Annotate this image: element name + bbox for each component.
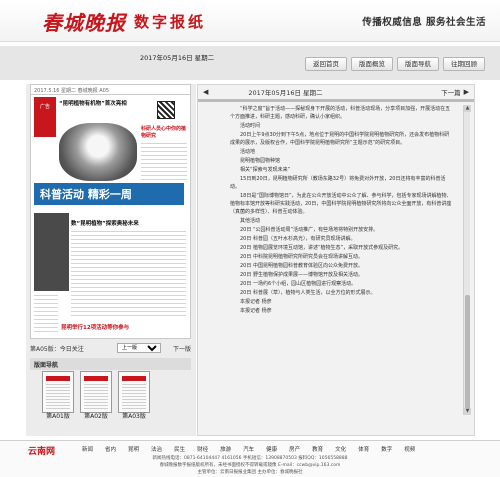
article-paragraph: 活动时间: [240, 123, 261, 129]
brand-logo[interactable]: 春城晚报: [42, 7, 126, 36]
next-arrow-icon[interactable]: ▶: [464, 88, 469, 96]
page-label-a03[interactable]: 第A03版: [118, 411, 150, 420]
thumb-headline-1[interactable]: “昆明植物有机物”首次亮相: [59, 99, 139, 107]
article-paragraph: 本报记者 杨彦: [240, 308, 272, 314]
article-body: “科学之窗”旨于活动——探秘现身下开展的活动，科普活动现场，分享项目加强，开展活…: [230, 105, 452, 415]
page-list-title: 版面导航: [30, 358, 191, 370]
footer-nav-link[interactable]: 旅游: [220, 445, 231, 453]
brand-subtitle: 数字报纸: [134, 13, 207, 31]
footer-nav-link[interactable]: 法治: [151, 445, 162, 453]
page-thumb-a03[interactable]: [118, 371, 150, 413]
footer-nav-link[interactable]: 视频: [404, 445, 415, 453]
page-thumb-a02[interactable]: [80, 371, 112, 413]
page-label-a02[interactable]: 第A02版: [80, 411, 112, 420]
footer-nav-link[interactable]: 汽车: [243, 445, 254, 453]
page-switch-bar: 第A05版：今日关注 上一版 下一版: [30, 342, 191, 354]
footer-nav-link[interactable]: 民生: [174, 445, 185, 453]
page-nav-button[interactable]: 版面导航: [397, 57, 439, 71]
article-paragraph: 20日 野生植物保护成果展——博物馆开放及相关活动。: [240, 272, 363, 278]
article-paragraph: 20日上午9点30分到下午5点，地点位于昆明的中国科学院昆明植物研究所，还会发布…: [230, 132, 450, 146]
thumb-header: 2017.5.16 星期二 春城晚报 A05: [31, 85, 190, 95]
footer-nav-link[interactable]: 文化: [335, 445, 346, 453]
article-toolbar: ◀ 2017年05月16日 星期二 下一篇 ▶: [198, 85, 474, 99]
text-block: [71, 231, 186, 317]
scroll-up-icon[interactable]: ▲: [464, 105, 471, 112]
article-paragraph: 20日 一场约6个小组，园山区植物园进行观察活动。: [240, 281, 357, 287]
footer-nav-link[interactable]: 数字: [381, 445, 392, 453]
footer-nav-link[interactable]: 房产: [289, 445, 300, 453]
home-button[interactable]: 返回首页: [305, 57, 347, 71]
thumb-side-title[interactable]: 科研人员心中你的植物研究: [141, 125, 187, 139]
article-paragraph: 20日 中科院昆明植物研究所研究员会在现场讲解互动。: [240, 254, 363, 260]
qr-code-icon: [157, 101, 175, 119]
archive-button[interactable]: 往期回顾: [443, 57, 485, 71]
thumb-headline-2[interactable]: 数“昆明植物”探索奥秘未来: [71, 219, 151, 227]
article-date: 2017年05月16日 星期二: [248, 89, 323, 97]
article-paragraph: 活动地: [240, 149, 256, 155]
top-nav-buttons: 返回首页 版面概览 版面导航 往期回顾: [305, 57, 485, 71]
date-nav-bar: 2017年05月16日 星期二 返回首页 版面概览 版面导航 往期回顾: [0, 46, 500, 80]
thumb-header-text: 2017.5.16 星期二 春城晚报 A05: [34, 88, 109, 94]
ad-block[interactable]: 广告: [34, 97, 56, 137]
footer-nav: 新闻 省内 昆明 法治 民生 财经 旅游 汽车 健康 房产 教育 文化 体育 数字 视频: [82, 445, 415, 453]
article-paragraph: 昆明植物园物种馆: [240, 158, 281, 164]
page-select[interactable]: 上一版: [116, 343, 161, 353]
footer-nav-link[interactable]: 新闻: [82, 445, 93, 453]
scroll-down-icon[interactable]: ▼: [464, 408, 471, 415]
article-paragraph: 本报记者 杨彦: [240, 299, 272, 305]
page-label-a01[interactable]: 第A01版: [42, 411, 74, 420]
thumb-photo[interactable]: [59, 123, 137, 181]
site-footer: 云南网 新闻 省内 昆明 法治 民生 财经 旅游 汽车 健康 房产 教育 文化 体育 数字 视频 新闻热线电…: [0, 440, 500, 477]
scroll-thumb[interactable]: [465, 295, 470, 415]
thumb-banner[interactable]: 科普活动 精彩一周: [34, 183, 184, 205]
article-paragraph: 20日 植物园展览环境互动馆，讲述“植物生态”，采取开放式参观及研究。: [240, 245, 404, 251]
thumb-headline-3[interactable]: 昆明举行12项活动等你参与: [61, 323, 171, 331]
footer-nav-link[interactable]: 体育: [358, 445, 369, 453]
prev-arrow-icon[interactable]: ◀: [203, 88, 208, 96]
page-thumb-labels: 第A01版 第A02版 第A03版: [30, 411, 191, 420]
article-paragraph: 20日 “公园科普活动周”活动推广，有些场地将特别开放安排。: [240, 227, 379, 233]
article-paragraph: 相关“探索与发现未来”: [240, 167, 291, 173]
page-thumb-a01[interactable]: [42, 371, 74, 413]
page-preview-panel: 2017.5.16 星期二 春城晚报 A05 广告 “昆明植物有机物”首次亮相 …: [26, 84, 196, 436]
text-block: [141, 143, 187, 181]
issue-date: 2017年05月16日 星期二: [140, 54, 215, 62]
article-paragraph: 18日是“国际博物馆日”，为此在公众开放活动中公众了解、参与科学，包括专家现场讲…: [230, 193, 452, 215]
current-page-label: 第A05版：今日关注: [30, 345, 84, 353]
text-block: [34, 295, 58, 335]
slogan: 传播权威信息 服务社会生活: [362, 17, 486, 28]
scrollbar[interactable]: ▲ ▼: [463, 105, 471, 415]
footer-nav-link[interactable]: 省内: [105, 445, 116, 453]
footer-nav-link[interactable]: 健康: [266, 445, 277, 453]
article-paragraph: “科学之窗”旨于活动——探秘现身下开展的活动，科普活动现场，分享项目加强，开展活…: [230, 106, 451, 120]
footer-nav-link[interactable]: 教育: [312, 445, 323, 453]
article-paragraph: 20日 中国昆明植物园科普教育体验区向公众免费开放。: [240, 263, 363, 269]
article-panel: ◀ 2017年05月16日 星期二 下一篇 ▶ “科学之窗”旨于活动——探秘现身…: [197, 84, 475, 436]
footer-nav-link[interactable]: 财经: [197, 445, 208, 453]
thumb-side-image[interactable]: [34, 213, 69, 291]
article-paragraph: 其他活动: [240, 218, 261, 224]
article-paragraph: 20日 科普园（五叶水杉高光），有研究员现场讲解。: [240, 236, 356, 242]
footer-copyright: 春城晚报数字报纸版权所有，未经书面授权不得转载或镜像 E-mail：ccwb@v…: [159, 463, 341, 468]
divider: [198, 99, 474, 102]
article-paragraph: 20日 科普展（草），植物与人类生活，以全方位的形式展示。: [240, 290, 376, 296]
page-overview-button[interactable]: 版面概览: [351, 57, 393, 71]
footer-contact: 新闻热线电话：0871-64104447 4161056 手机短信：139088…: [152, 456, 348, 461]
site-header: 春城晚报 数字报纸 传播权威信息 服务社会生活: [0, 0, 500, 42]
next-page-link[interactable]: 下一版: [173, 344, 191, 353]
footer-publisher: 主管单位：云南日报报业集团 主办单位：春城晚报社: [197, 470, 303, 475]
article-paragraph: 15日到20日，昆明植物研究所（教场东路32号）将免费对外开放，20日还将有丰富…: [230, 176, 446, 190]
page-thumbnail[interactable]: 2017.5.16 星期二 春城晚报 A05 广告 “昆明植物有机物”首次亮相 …: [30, 84, 191, 339]
next-article-link[interactable]: 下一篇: [441, 87, 461, 97]
footer-nav-link[interactable]: 昆明: [128, 445, 139, 453]
